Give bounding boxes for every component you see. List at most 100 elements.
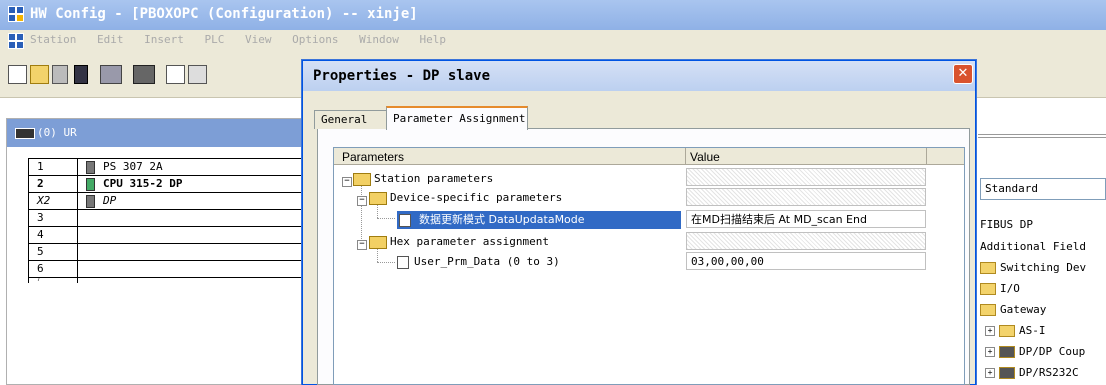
tree-item-hex-parameters[interactable]: Hex parameter assignment	[369, 235, 549, 249]
slot-number: 5	[28, 244, 78, 260]
value-cell-update-mode[interactable]: 在MD扫描结束后 At MD_scan End	[686, 210, 926, 228]
close-button[interactable]: ✕	[953, 64, 973, 84]
module-icon	[999, 346, 1015, 358]
tab-parameter-assignment[interactable]: Parameter Assignment	[386, 106, 528, 130]
compile-icon[interactable]	[100, 65, 122, 84]
catalog-item-gateway[interactable]: Gateway	[980, 303, 1046, 316]
rack-row[interactable]: 7	[28, 278, 308, 283]
tree-item-label: 数据更新模式 DataUpdataMode	[419, 213, 585, 226]
value-cell-empty	[686, 232, 926, 250]
slot-number: X2	[28, 193, 78, 209]
catalog-item-label: Switching Dev	[1000, 261, 1087, 274]
rack-row[interactable]: 2 CPU 315-2 DP	[28, 176, 308, 193]
column-header-parameters[interactable]: Parameters	[342, 150, 404, 164]
paste-icon[interactable]	[188, 65, 207, 84]
folder-icon	[980, 304, 996, 316]
tree-line	[377, 248, 378, 262]
menu-options[interactable]: Options	[292, 33, 338, 46]
rack-title: (0) UR	[37, 126, 77, 139]
window-title: HW Config - [PBOXOPC (Configuration) -- …	[30, 6, 418, 22]
catalog-item-dpdp[interactable]: + DP/DP Coup	[985, 345, 1085, 358]
dialog-title: Properties - DP slave	[313, 68, 491, 84]
rack-row[interactable]: X2 DP	[28, 193, 308, 210]
tree-item-user-prm-data[interactable]: User_Prm_Data (0 to 3)	[397, 255, 560, 269]
catalog-item-switching[interactable]: Switching Dev	[980, 261, 1086, 274]
copy-icon[interactable]	[166, 65, 185, 84]
menu-help[interactable]: Help	[419, 33, 446, 46]
save-icon[interactable]	[74, 65, 88, 84]
dp-interface-icon	[86, 195, 95, 208]
rack-row[interactable]: 6	[28, 261, 308, 278]
open-icon[interactable]	[30, 65, 49, 84]
catalog-item-label: FIBUS DP	[980, 218, 1033, 231]
slot-number: 4	[28, 227, 78, 243]
slot-number: 3	[28, 210, 78, 226]
module-name: DP	[103, 194, 117, 207]
dialog-title-bar[interactable]: Properties - DP slave	[303, 61, 975, 91]
catalog-profile-select[interactable]: Standard	[980, 178, 1106, 200]
collapse-icon[interactable]: −	[342, 177, 352, 187]
rack-row[interactable]: 3	[28, 210, 308, 227]
parameter-doc-icon	[399, 214, 411, 227]
tree-item-update-mode[interactable]: 数据更新模式 DataUpdataMode	[397, 211, 681, 229]
document-menu-icon[interactable]	[8, 33, 26, 49]
catalog-item-additional[interactable]: Additional Field	[980, 240, 1086, 253]
column-divider[interactable]	[926, 148, 927, 165]
catalog-item-asi[interactable]: + AS-I	[985, 324, 1046, 337]
tree-line	[377, 205, 378, 218]
menu-window[interactable]: Window	[359, 33, 399, 46]
value-cell-empty	[686, 168, 926, 186]
catalog-item-profibus[interactable]: FIBUS DP	[980, 218, 1033, 231]
print-icon[interactable]	[133, 65, 155, 84]
power-supply-icon	[86, 161, 95, 174]
tree-item-label: Device-specific parameters	[390, 191, 563, 204]
catalog-item-label: DP/DP Coup	[1019, 345, 1086, 358]
module-name	[78, 227, 308, 243]
menu-plc[interactable]: PLC	[204, 33, 224, 46]
module-name: CPU 315-2 DP	[103, 177, 183, 190]
main-title-bar: HW Config - [PBOXOPC (Configuration) -- …	[0, 0, 1106, 30]
catalog-item-label: I/O	[1000, 282, 1020, 295]
catalog-item-label: Additional Field	[980, 240, 1086, 253]
rack-row[interactable]: 1 PS 307 2A	[28, 159, 308, 176]
folder-icon	[980, 262, 996, 274]
tree-item-label: Hex parameter assignment	[390, 235, 549, 248]
slot-number: 1	[28, 159, 78, 175]
menu-view[interactable]: View	[245, 33, 272, 46]
column-divider[interactable]	[685, 148, 686, 165]
rack-row[interactable]: 4	[28, 227, 308, 244]
new-icon[interactable]	[8, 65, 27, 84]
folder-open-icon	[353, 172, 371, 186]
slot-number: 7	[28, 278, 78, 283]
tree-line	[361, 185, 362, 241]
hw-config-app-icon	[8, 6, 26, 22]
catalog-item-io[interactable]: I/O	[980, 282, 1020, 295]
module-name	[78, 244, 308, 260]
rack-row[interactable]: 5	[28, 244, 308, 261]
folder-open-icon	[369, 235, 387, 249]
column-header-value[interactable]: Value	[690, 150, 720, 164]
catalog-item-label: AS-I	[1019, 324, 1046, 337]
parameter-doc-icon	[397, 255, 409, 269]
menu-station[interactable]: Station	[30, 33, 76, 46]
menu-insert[interactable]: Insert	[144, 33, 184, 46]
menu-edit[interactable]: Edit	[97, 33, 124, 46]
catalog-item-label: Gateway	[1000, 303, 1047, 316]
expand-icon[interactable]: +	[985, 368, 995, 378]
folder-icon	[980, 283, 996, 295]
collapse-icon[interactable]: −	[357, 196, 367, 206]
collapse-icon[interactable]: −	[357, 240, 367, 250]
tree-item-label: User_Prm_Data (0 to 3)	[414, 255, 560, 268]
rack-table: 1 PS 307 2A 2 CPU 315-2 DP X2 DP 3 4 5 6…	[28, 158, 308, 283]
network-icon[interactable]	[52, 65, 68, 84]
catalog-item-rs232[interactable]: + DP/RS232C	[985, 366, 1079, 379]
catalog-splitter[interactable]	[978, 134, 1106, 138]
expand-icon[interactable]: +	[985, 326, 995, 336]
tree-item-station-parameters[interactable]: Station parameters	[353, 172, 493, 186]
expand-icon[interactable]: +	[985, 347, 995, 357]
value-cell-user-prm[interactable]: 03,00,00,00	[686, 252, 926, 270]
tree-item-device-parameters[interactable]: Device-specific parameters	[369, 191, 562, 205]
tree-line	[377, 262, 395, 263]
folder-icon	[999, 325, 1015, 337]
menu-bar: Station Edit Insert PLC View Options Win…	[0, 30, 1106, 52]
